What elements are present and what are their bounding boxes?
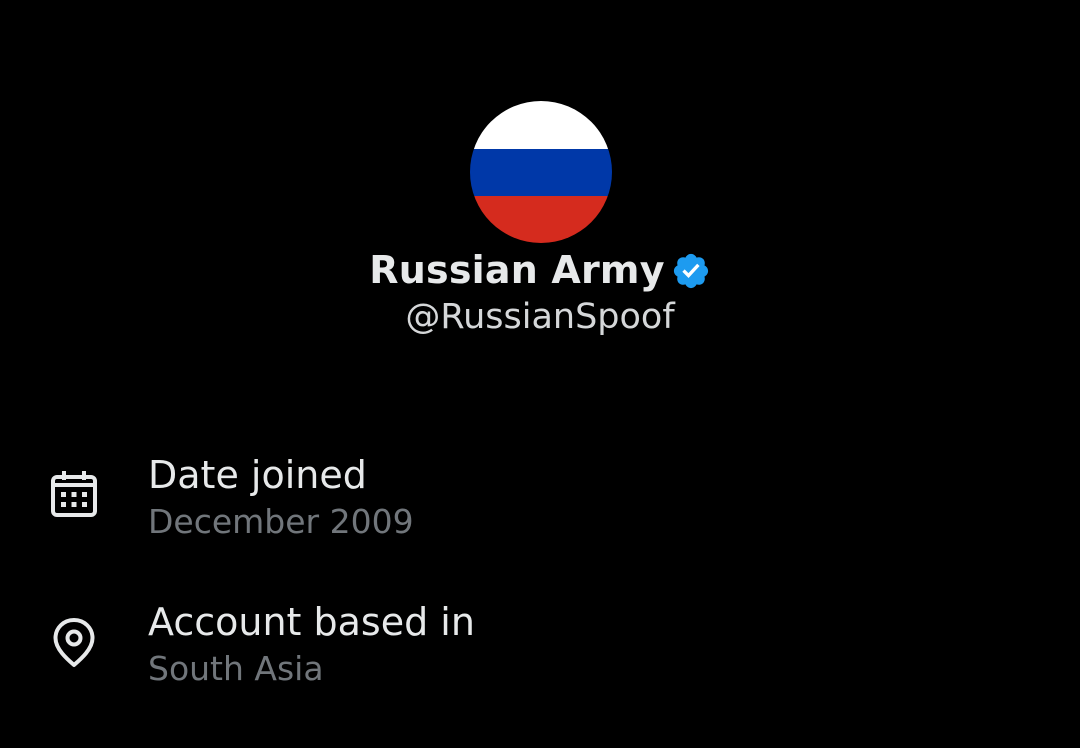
account-based-in-value: South Asia — [148, 649, 324, 688]
calendar-icon — [48, 469, 100, 521]
date-joined-value: December 2009 — [148, 502, 414, 541]
avatar[interactable] — [470, 101, 612, 243]
location-pin-icon — [48, 616, 100, 668]
russian-flag-icon — [470, 101, 612, 243]
display-name: Russian Army — [369, 248, 665, 292]
date-joined-row: Date joined December 2009 — [0, 445, 1080, 555]
profile-header: Russian Army @RussianSpoof — [0, 0, 1080, 360]
account-based-in-label: Account based in — [148, 600, 475, 644]
date-joined-label: Date joined — [148, 453, 367, 497]
username-handle: @RussianSpoof — [405, 297, 675, 337]
name-row: Russian Army — [0, 244, 1080, 296]
verified-badge-icon[interactable] — [671, 251, 711, 291]
account-based-in-row: Account based in South Asia — [0, 592, 1080, 702]
